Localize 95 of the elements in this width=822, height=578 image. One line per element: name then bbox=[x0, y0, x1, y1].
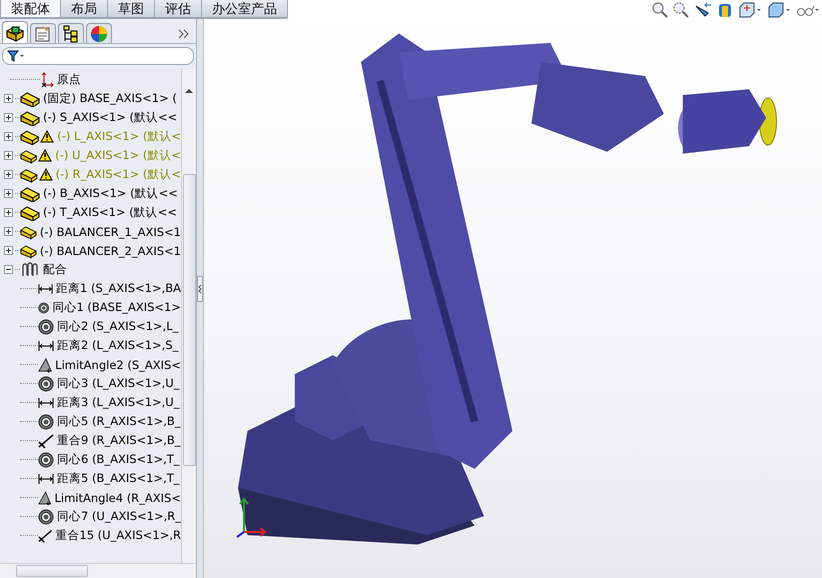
tree-item-label[interactable]: 配合 bbox=[43, 262, 67, 277]
section-view-icon[interactable] bbox=[717, 2, 733, 18]
angle-mate-icon bbox=[38, 356, 52, 372]
tree-item-label[interactable]: 重合9 (R_AXIS<1>,B_ bbox=[57, 433, 181, 448]
warning-icon bbox=[38, 168, 53, 181]
expand-button[interactable] bbox=[4, 227, 13, 236]
vertical-scrollbar[interactable] bbox=[181, 68, 196, 563]
tree-item-label[interactable]: 距离5 (B_AXIS<1>,T_ bbox=[57, 471, 180, 486]
panel-tab[interactable] bbox=[2, 21, 28, 43]
distance-mate-icon bbox=[38, 472, 54, 486]
configuration-icon bbox=[62, 24, 80, 42]
plus-icon bbox=[5, 209, 12, 216]
concentric-mate-icon bbox=[38, 376, 54, 392]
concentric-mate-icon bbox=[38, 414, 54, 430]
horizontal-scrollbar[interactable] bbox=[0, 563, 196, 578]
display-style-icon[interactable] bbox=[767, 2, 791, 18]
part-icon bbox=[20, 242, 37, 258]
plus-icon bbox=[5, 152, 12, 159]
concentric-mate-icon bbox=[38, 452, 54, 468]
plus-icon bbox=[5, 190, 12, 197]
warning-icon bbox=[40, 130, 54, 143]
panel-tab[interactable] bbox=[58, 23, 84, 43]
part-icon bbox=[20, 90, 40, 106]
plus-icon bbox=[5, 171, 12, 178]
command-tab[interactable]: 办公室产品 bbox=[201, 0, 288, 18]
property-sheet-icon bbox=[34, 24, 52, 42]
tree-item-label[interactable]: 同心5 (R_AXIS<1>,B_ bbox=[57, 414, 181, 429]
zoom-area-icon[interactable] bbox=[673, 2, 689, 18]
origin-axes-icon bbox=[40, 72, 54, 88]
part-icon bbox=[20, 204, 40, 220]
color-wheel-icon bbox=[90, 24, 108, 42]
tree-item-label[interactable]: 原点 bbox=[57, 72, 81, 87]
tree-item-label[interactable]: LimitAngle2 (S_AXIS< bbox=[55, 358, 181, 372]
tree-item-label[interactable]: 距离2 (L_AXIS<1>,S_ bbox=[57, 338, 178, 353]
collapse-panel-button[interactable] bbox=[197, 276, 203, 302]
warning-icon bbox=[38, 149, 52, 162]
expand-button[interactable] bbox=[4, 246, 13, 255]
expand-button[interactable] bbox=[4, 94, 13, 103]
part-icon bbox=[20, 186, 40, 202]
tree-item-label[interactable]: (-) B_AXIS<1> (默认<< bbox=[43, 186, 178, 201]
plus-icon bbox=[5, 95, 12, 102]
part-icon bbox=[20, 224, 37, 240]
angle-mate-icon bbox=[38, 490, 52, 506]
tree-item-label[interactable]: (-) T_AXIS<1> (默认<< bbox=[43, 205, 177, 220]
plus-icon bbox=[5, 247, 12, 254]
expand-button[interactable] bbox=[4, 132, 13, 141]
chevron-left-icon bbox=[198, 284, 202, 294]
tree-item-label[interactable]: (-) BALANCER_1_AXIS<1 bbox=[40, 224, 181, 238]
plus-icon bbox=[5, 133, 12, 140]
concentric-mate-icon bbox=[38, 508, 54, 524]
filter-field[interactable] bbox=[2, 47, 194, 65]
tree-item-label[interactable]: LimitAngle4 (R_AXIS< bbox=[54, 490, 181, 504]
tree-item-label[interactable]: 距离3 (L_AXIS<1>,U_ bbox=[57, 395, 180, 410]
tree-item-label[interactable]: 同心3 (L_AXIS<1>,U_ bbox=[57, 376, 180, 391]
expand-button[interactable] bbox=[4, 113, 13, 122]
tree-item-label[interactable]: (-) S_AXIS<1> (默认<< bbox=[43, 110, 178, 125]
paperclip-icon bbox=[20, 262, 40, 278]
tree-item-label[interactable]: 同心6 (B_AXIS<1>,T_ bbox=[57, 452, 180, 467]
tree-item-label[interactable]: (固定) BASE_AXIS<1> ( bbox=[43, 91, 177, 106]
command-tab[interactable]: 布局 bbox=[60, 0, 108, 18]
tree-item-label[interactable]: 重合15 (U_AXIS<1>,R bbox=[55, 528, 181, 543]
tree-item-label[interactable]: 同心7 (U_AXIS<1>,R_ bbox=[56, 509, 181, 524]
part-icon bbox=[20, 110, 40, 126]
filter-icon bbox=[7, 50, 25, 62]
minus-icon bbox=[5, 266, 12, 273]
concentric-mate-icon bbox=[38, 318, 54, 334]
part-icon bbox=[20, 166, 38, 182]
distance-mate-icon bbox=[38, 396, 54, 410]
tree-item-label[interactable]: (-) BALANCER_2_AXIS<1 bbox=[40, 244, 181, 258]
plus-icon bbox=[5, 228, 12, 235]
part-icon bbox=[20, 128, 40, 144]
coincident-mate-icon bbox=[38, 528, 52, 542]
expand-button[interactable] bbox=[4, 170, 13, 179]
collapse-button[interactable] bbox=[4, 265, 13, 274]
plus-icon bbox=[5, 114, 12, 121]
command-tab[interactable]: 草图 bbox=[107, 0, 155, 18]
expand-button[interactable] bbox=[4, 151, 13, 160]
command-tab[interactable]: 装配体 bbox=[0, 0, 61, 18]
zoom-to-fit-icon[interactable] bbox=[652, 2, 668, 18]
tree-item-label[interactable]: 距离1 (S_AXIS<1>,BA bbox=[56, 281, 181, 296]
coincident-mate-icon bbox=[38, 434, 54, 448]
previous-view-icon[interactable] bbox=[694, 2, 712, 18]
expand-button[interactable] bbox=[4, 189, 13, 198]
distance-mate-icon bbox=[38, 338, 54, 352]
assembly-icon bbox=[5, 24, 25, 42]
expand-button[interactable] bbox=[4, 208, 13, 217]
command-tab[interactable]: 评估 bbox=[154, 0, 202, 18]
panel-tab[interactable] bbox=[30, 23, 56, 43]
distance-mate-icon bbox=[38, 282, 54, 296]
view-orientation-icon[interactable] bbox=[738, 2, 762, 18]
scroll-up-arrow-icon[interactable] bbox=[185, 88, 193, 94]
part-icon bbox=[20, 148, 38, 164]
tree-item-label[interactable]: 同心1 (BASE_AXIS<1> bbox=[52, 300, 181, 315]
tree-item-label[interactable]: 同心2 (S_AXIS<1>,L_ bbox=[57, 319, 178, 334]
concentric-mate-icon bbox=[38, 300, 50, 316]
